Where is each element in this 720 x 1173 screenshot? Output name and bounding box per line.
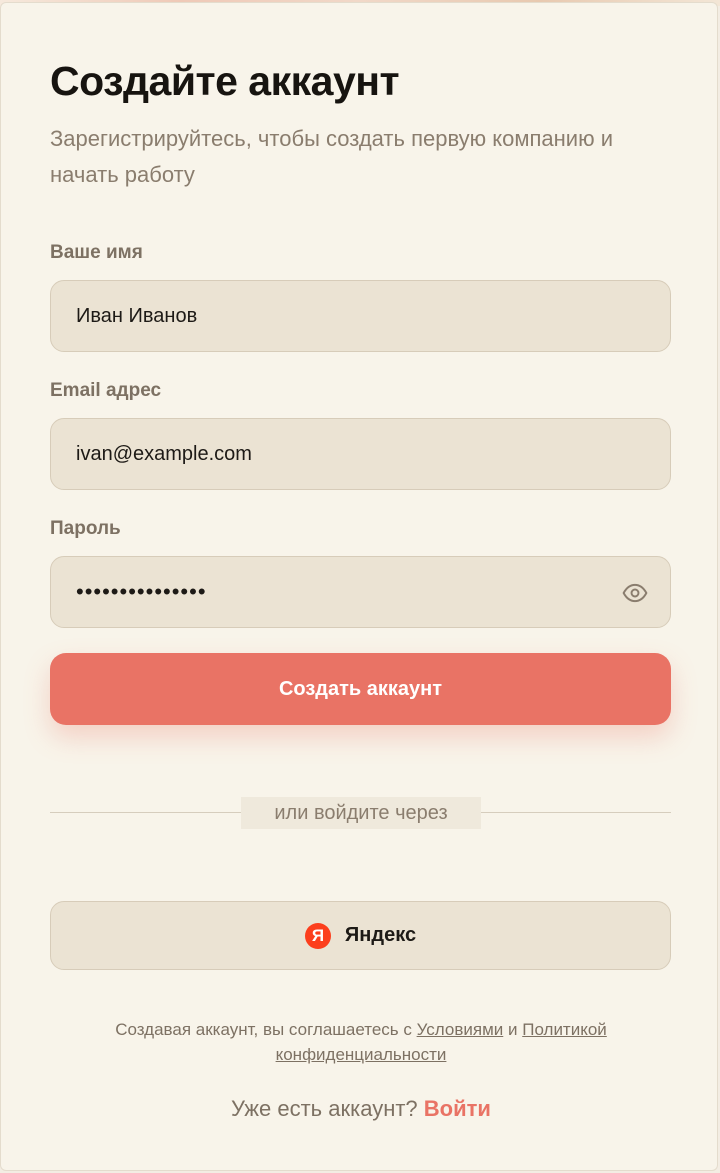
- password-input[interactable]: [51, 557, 670, 627]
- divider-text: или войдите через: [241, 797, 481, 829]
- login-prompt: Уже есть аккаунт?: [231, 1096, 424, 1121]
- page-subtitle: Зарегистрируйтесь, чтобы создать первую …: [50, 126, 613, 187]
- yandex-logo-icon: Я: [304, 922, 331, 949]
- name-label: Ваше имя: [50, 242, 143, 263]
- terms-notice: Создавая аккаунт, вы соглашаетесь с Усло…: [61, 1017, 661, 1067]
- password-field-container: [50, 556, 671, 628]
- terms-prefix: Создавая аккаунт, вы соглашаетесь с: [115, 1020, 417, 1039]
- login-prompt-line: Уже есть аккаунт? Войти: [1, 1093, 720, 1125]
- name-input[interactable]: [51, 281, 670, 351]
- yandex-login-button[interactable]: Я Яндекс: [50, 901, 671, 970]
- email-label: Email адрес: [50, 380, 162, 401]
- email-input[interactable]: [51, 419, 670, 489]
- password-label: Пароль: [50, 518, 121, 539]
- name-field-container: [50, 280, 671, 352]
- eye-icon[interactable]: [622, 580, 648, 606]
- terms-link[interactable]: Условиями: [417, 1020, 504, 1039]
- terms-conjunction: и: [503, 1020, 523, 1039]
- signup-card: Создайте аккаунт Зарегистрируйтесь, чтоб…: [0, 2, 718, 1171]
- create-account-button[interactable]: Создать аккаунт: [50, 653, 671, 725]
- page-title: Создайте аккаунт: [50, 58, 400, 104]
- yandex-label: Яндекс: [344, 924, 417, 946]
- email-field-container: [50, 418, 671, 490]
- login-link[interactable]: Войти: [424, 1096, 491, 1121]
